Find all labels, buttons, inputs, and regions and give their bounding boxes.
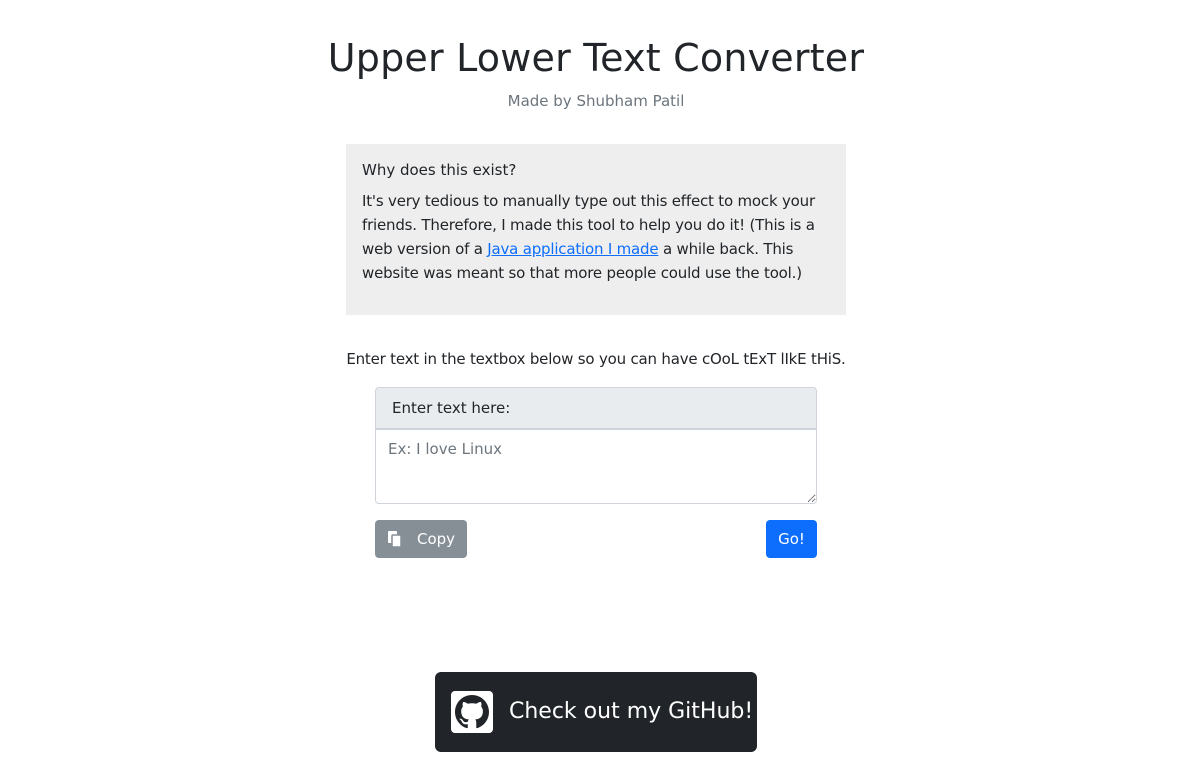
text-input[interactable] xyxy=(375,429,817,504)
info-heading: Why does this exist? xyxy=(362,161,517,179)
github-label: Check out my GitHub! xyxy=(509,699,754,724)
copy-label: Copy xyxy=(417,530,456,548)
github-button[interactable]: Check out my GitHub! xyxy=(435,672,757,752)
info-box: Why does this exist? It's very tedious t… xyxy=(346,144,846,315)
page: Upper Lower Text Converter Made by Shubh… xyxy=(0,0,1192,776)
java-application-link[interactable]: Java application I made xyxy=(487,240,658,258)
instruction-text: Enter text in the textbox below so you c… xyxy=(346,350,846,368)
author-subtitle: Made by Shubham Patil xyxy=(507,92,685,110)
text-input-group: Enter text here: xyxy=(375,387,817,504)
copy-button[interactable]: Copy xyxy=(375,520,467,558)
info-text: It's very tedious to manually type out t… xyxy=(362,189,830,285)
go-button[interactable]: Go! xyxy=(766,520,817,558)
input-label: Enter text here: xyxy=(375,387,817,429)
github-icon xyxy=(451,691,493,733)
copy-icon xyxy=(387,530,403,548)
page-title: Upper Lower Text Converter xyxy=(327,36,865,80)
